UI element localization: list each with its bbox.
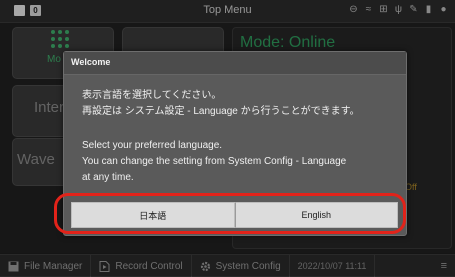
jp-instruction-line2: 再設定は システム設定 - Language から行うことができます。 — [82, 106, 360, 117]
en-instruction-line2: You can change the setting from System C… — [82, 156, 347, 167]
en-instruction-line1: Select your preferred language. — [82, 140, 223, 151]
en-instruction-line3: at any time. — [82, 172, 134, 183]
highlight-annotation — [54, 193, 406, 234]
dialog-header: Welcome — [64, 52, 406, 75]
jp-instruction-line1: 表示言語を選択してください。 — [82, 90, 222, 101]
dialog-title: Welcome — [71, 57, 111, 67]
